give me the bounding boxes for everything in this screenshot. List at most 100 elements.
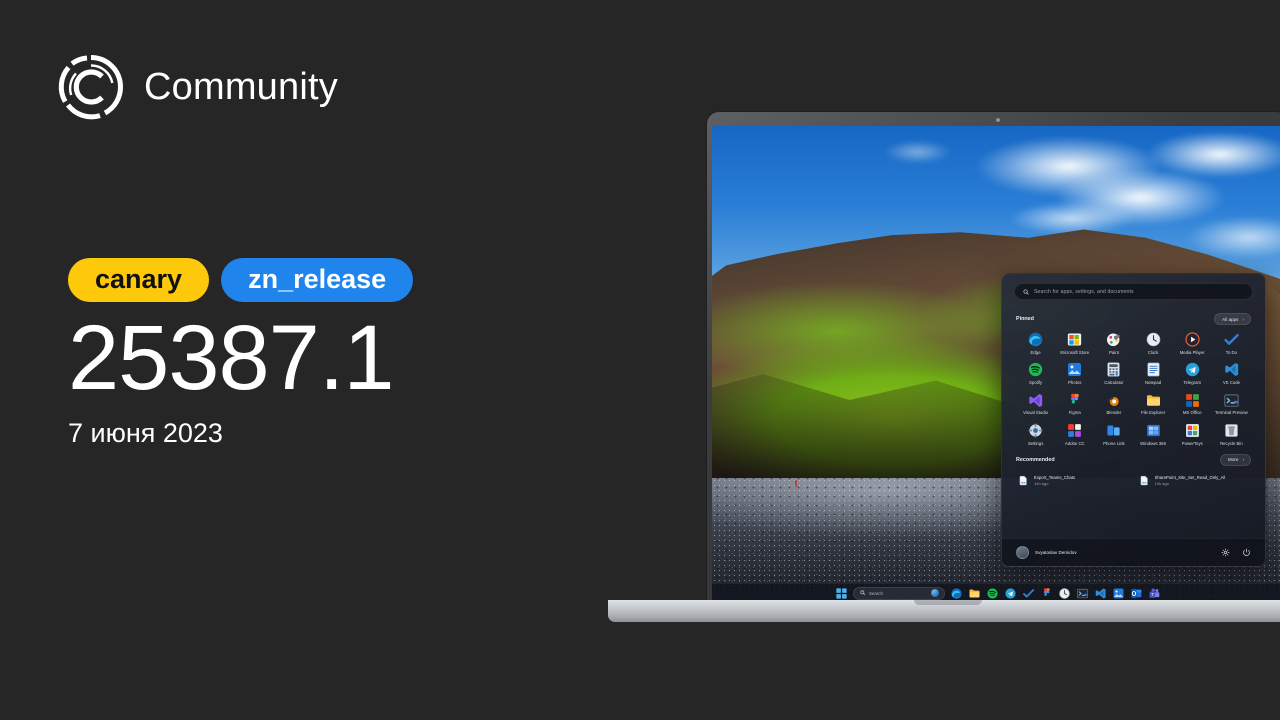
pinned-app-paint[interactable]: Paint	[1094, 331, 1133, 355]
microsoft-store-icon	[1066, 331, 1083, 348]
pinned-app-calculator[interactable]: Calculator	[1094, 361, 1133, 385]
figma-icon	[1040, 587, 1053, 600]
pinned-app-microsoft-store[interactable]: Microsoft Store	[1055, 331, 1094, 355]
pinned-app-file-explorer[interactable]: File Explorer	[1134, 392, 1173, 416]
recommended-item-name: SharePoint_Site_Set_Read_Only_All	[1154, 474, 1226, 480]
notepad-icon	[1145, 361, 1162, 378]
cloud	[883, 140, 952, 165]
pinned-app-figma[interactable]: Figma	[1055, 392, 1094, 416]
blender-icon	[1105, 392, 1122, 409]
taskbar-to-do-button[interactable]	[1022, 587, 1035, 600]
taskbar-search-input[interactable]: Search	[852, 586, 945, 600]
gear-icon[interactable]	[1221, 548, 1230, 557]
laptop-screen: Search for apps, settings, and documents…	[712, 126, 1280, 602]
more-button[interactable]: More ›	[1220, 453, 1251, 466]
pinned-app-powertoys[interactable]: PowerToys	[1173, 422, 1212, 446]
start-search-area: Search for apps, settings, and documents	[1002, 274, 1265, 304]
taskbar-vs-code-button[interactable]	[1094, 587, 1107, 600]
taskbar-figma-button[interactable]	[1040, 587, 1053, 600]
terminal-preview-icon	[1223, 392, 1240, 409]
brand-header: Community	[56, 52, 338, 122]
pinned-app-label: Recycle Bin	[1220, 440, 1243, 446]
taskbar-spotify-button[interactable]	[986, 587, 999, 600]
paint-icon	[1105, 331, 1122, 348]
release-info: canary zn_release 25387.1 7 июня 2023	[68, 258, 414, 449]
avatar-icon	[1016, 546, 1029, 559]
pinned-app-label: MS Office	[1182, 410, 1202, 416]
taskbar-photos-button[interactable]	[1112, 587, 1125, 600]
recommended-item[interactable]: Export_Teams_Chats 14h ago	[1016, 472, 1131, 490]
pinned-app-edge[interactable]: Edge	[1016, 331, 1055, 355]
start-search-input[interactable]: Search for apps, settings, and documents	[1014, 283, 1253, 300]
pinned-app-notepad[interactable]: Notepad	[1134, 361, 1173, 385]
pinned-app-settings[interactable]: Settings	[1016, 422, 1055, 446]
taskbar-clock-button[interactable]	[1058, 587, 1071, 600]
calculator-icon	[1105, 361, 1122, 378]
pinned-app-telegram[interactable]: Telegram	[1173, 361, 1212, 385]
pinned-app-label: To Do	[1225, 349, 1238, 355]
pinned-app-label: Edge	[1030, 349, 1041, 355]
pinned-app-recycle-bin[interactable]: Recycle Bin	[1212, 422, 1251, 446]
pinned-app-label: Clock	[1147, 349, 1159, 355]
pinned-app-label: Blender	[1106, 410, 1122, 416]
user-account-button[interactable]: Svyatoslav Demidov	[1016, 546, 1077, 559]
recommended-item-name: Export_Teams_Chats	[1034, 474, 1076, 480]
laptop-base	[608, 600, 1280, 622]
pinned-app-adobe-cc[interactable]: Adobe CC	[1055, 422, 1094, 446]
search-icon	[859, 590, 865, 596]
release-badges: canary zn_release	[68, 258, 414, 303]
file-explorer-icon	[968, 587, 981, 600]
release-date: 7 июня 2023	[68, 417, 223, 448]
pinned-app-ms-office[interactable]: MS Office	[1173, 392, 1212, 416]
edge-icon	[1027, 331, 1044, 348]
start-footer-icons	[1221, 548, 1251, 557]
pinned-app-label: Notepad	[1144, 379, 1162, 385]
taskbar-telegram-button[interactable]	[1004, 587, 1017, 600]
brand-name: Community	[144, 66, 338, 108]
start-menu-footer: Svyatoslav Demidov	[1002, 538, 1265, 566]
pinned-app-vs-code[interactable]: VS Code	[1212, 361, 1251, 385]
all-apps-label: All apps	[1222, 316, 1239, 322]
vs-code-icon	[1094, 587, 1107, 600]
all-apps-button[interactable]: All apps ›	[1214, 313, 1251, 325]
pinned-app-label: Spotify	[1029, 379, 1043, 385]
windows-start-icon	[835, 587, 847, 599]
pinned-app-blender[interactable]: Blender	[1094, 392, 1133, 416]
chevron-right-icon: ›	[1242, 457, 1244, 463]
laptop-device: Search for apps, settings, and documents…	[608, 112, 1280, 622]
taskbar-edge-button[interactable]	[950, 587, 963, 600]
pinned-app-windows-365[interactable]: Windows 365	[1134, 422, 1173, 446]
pinned-app-spotify[interactable]: Spotify	[1016, 361, 1055, 385]
taskbar-search-placeholder: Search	[869, 590, 883, 596]
pinned-app-photos[interactable]: Photos	[1055, 361, 1094, 385]
terminal-icon	[1076, 587, 1089, 600]
pinned-app-terminal-preview[interactable]: Terminal Preview	[1212, 392, 1251, 416]
taskbar-file-explorer-button[interactable]	[968, 587, 981, 600]
pinned-app-to-do[interactable]: To Do	[1212, 331, 1251, 355]
pinned-app-clock[interactable]: Clock	[1134, 331, 1173, 355]
spotify-icon	[986, 587, 999, 600]
svg-text:T: T	[1151, 592, 1154, 597]
copilot-orb-icon[interactable]	[930, 589, 939, 597]
pinned-app-label: Visual Studio	[1023, 410, 1049, 416]
taskbar-terminal-button[interactable]	[1076, 587, 1089, 600]
taskbar-teams-button[interactable]: T	[1148, 587, 1161, 600]
build-number: 25387.1	[68, 307, 395, 410]
start-menu-body: Pinned All apps › Edge Microsoft Store Pai…	[1002, 304, 1265, 538]
recommended-list: Export_Teams_Chats 14h ago SharePoint_Site…	[1016, 472, 1251, 490]
pinned-app-label: Adobe CC	[1064, 440, 1085, 446]
pinned-title: Pinned	[1016, 316, 1034, 322]
taskbar-outlook-button[interactable]	[1130, 587, 1143, 600]
pinned-app-phone-link[interactable]: Phone Link	[1094, 422, 1133, 446]
phone-link-icon	[1105, 422, 1122, 439]
pinned-app-visual-studio[interactable]: Visual Studio	[1016, 392, 1055, 416]
telegram-icon	[1004, 587, 1017, 600]
media-player-icon	[1184, 331, 1201, 348]
start-button[interactable]	[835, 587, 848, 600]
power-icon[interactable]	[1242, 548, 1251, 557]
recommended-item[interactable]: SharePoint_Site_Set_Read_Only_All 10h ago	[1137, 472, 1252, 490]
pinned-app-media-player[interactable]: Media Player	[1173, 331, 1212, 355]
recycle-bin-icon	[1223, 422, 1240, 439]
to-do-icon	[1022, 587, 1035, 600]
spotify-icon	[1027, 361, 1044, 378]
